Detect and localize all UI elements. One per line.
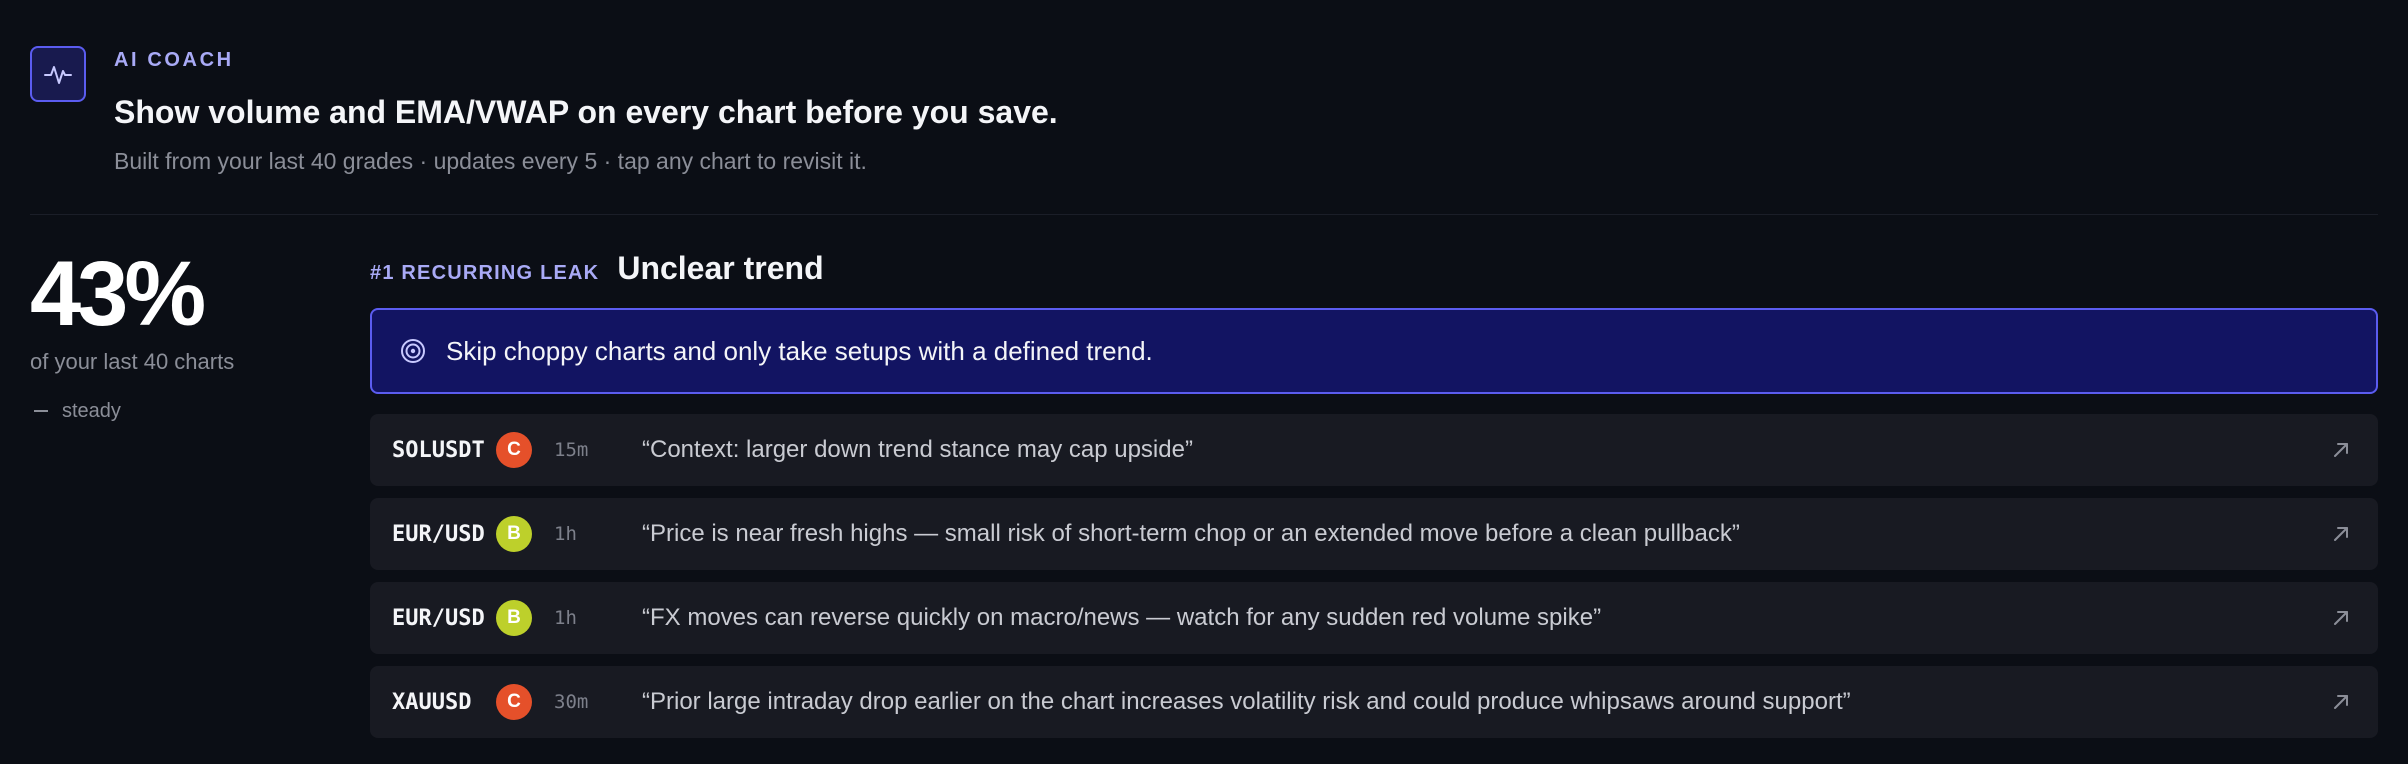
leak-stats: 43% of your last 40 charts steady [30, 244, 330, 424]
grade-badge: C [496, 432, 532, 468]
leak-percentage-caption: of your last 40 charts [30, 349, 235, 374]
ai-coach-panel: AI COACH Show volume and EMA/VWAP on eve… [0, 0, 2408, 764]
coach-header: AI COACH Show volume and EMA/VWAP on eve… [30, 46, 2378, 182]
leak-percentage: 43% [30, 243, 206, 345]
leak-details: #1 RECURRING LEAK Unclear trend Skip cho… [370, 250, 2378, 750]
trend-indicator: steady [30, 398, 330, 424]
chart-timeframe: 30m [554, 691, 589, 713]
pulse-icon [30, 46, 86, 102]
open-chart-arrow-icon[interactable] [2330, 523, 2352, 545]
coach-headline: Show volume and EMA/VWAP on every chart … [114, 94, 1058, 130]
grade-quote: “Price is near fresh highs — small risk … [642, 520, 1740, 547]
chart-symbol: EUR/USD [392, 605, 485, 631]
grade-badge: B [496, 516, 532, 552]
coaching-tip: Skip choppy charts and only take setups … [370, 308, 2378, 394]
leak-heading: #1 RECURRING LEAK Unclear trend [370, 250, 2378, 288]
trend-label: steady [62, 400, 121, 422]
header-divider [30, 214, 2378, 215]
section-eyebrow: AI COACH [114, 49, 234, 71]
grade-badge: C [496, 684, 532, 720]
chart-timeframe: 1h [554, 523, 577, 545]
open-chart-arrow-icon[interactable] [2330, 439, 2352, 461]
open-chart-arrow-icon[interactable] [2330, 691, 2352, 713]
example-chart-list: SOLUSDT C 15m “Context: larger down tren… [370, 414, 2378, 738]
coach-subline: Built from your last 40 grades · updates… [114, 148, 867, 174]
grade-quote: “Context: larger down trend stance may c… [642, 436, 1193, 463]
chart-symbol: SOLUSDT [392, 437, 485, 463]
example-chart-row[interactable]: XAUUSD C 30m “Prior large intraday drop … [370, 666, 2378, 738]
grade-badge: B [496, 600, 532, 636]
leak-rank-tag: #1 RECURRING LEAK [370, 262, 600, 284]
grade-quote: “Prior large intraday drop earlier on th… [642, 688, 1851, 715]
chart-symbol: EUR/USD [392, 521, 485, 547]
open-chart-arrow-icon[interactable] [2330, 607, 2352, 629]
grade-quote: “FX moves can reverse quickly on macro/n… [642, 604, 1602, 631]
chart-timeframe: 15m [554, 439, 589, 461]
chart-timeframe: 1h [554, 607, 577, 629]
example-chart-row[interactable]: EUR/USD B 1h “FX moves can reverse quick… [370, 582, 2378, 654]
dash-icon [34, 410, 48, 412]
leak-title: Unclear trend [617, 250, 824, 286]
example-chart-row[interactable]: SOLUSDT C 15m “Context: larger down tren… [370, 414, 2378, 486]
example-chart-row[interactable]: EUR/USD B 1h “Price is near fresh highs … [370, 498, 2378, 570]
target-icon [401, 339, 425, 363]
chart-symbol: XAUUSD [392, 689, 472, 715]
coaching-tip-text: Skip choppy charts and only take setups … [446, 335, 1153, 366]
